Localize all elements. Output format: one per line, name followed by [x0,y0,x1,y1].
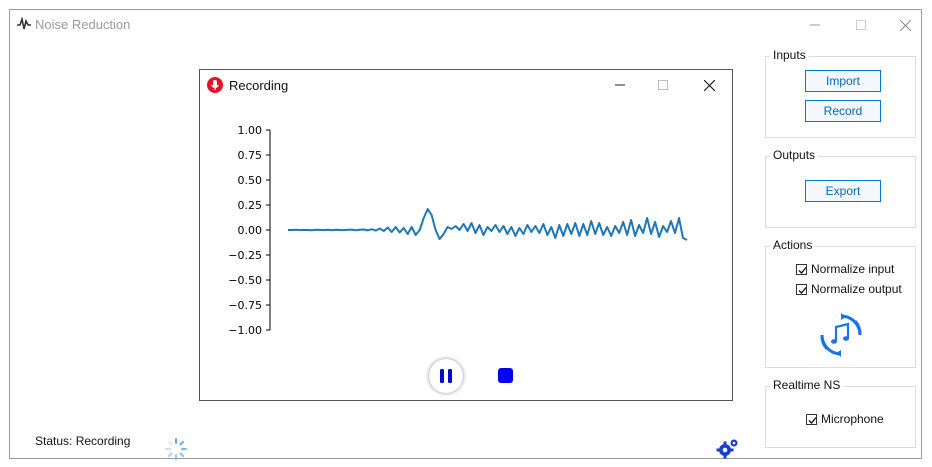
title-bar: Noise Reduction [10,10,921,40]
app-title: Noise Reduction [35,17,131,32]
import-button[interactable]: Import [805,70,881,92]
recording-title: Recording [229,78,289,93]
y-tick-label: 0.25 [238,199,263,212]
record-button[interactable]: Record [805,100,881,122]
pause-button[interactable] [429,359,463,393]
export-button[interactable]: Export [805,180,881,202]
checkbox-icon[interactable] [806,413,817,425]
status-text: Status: Recording [35,434,131,448]
normalize-input-checkbox[interactable]: Normalize input [796,262,894,276]
realtime-ns-group: Realtime NS Microphone [765,378,916,448]
outputs-group-label: Outputs [770,148,819,162]
y-tick-label: 0.75 [238,149,263,162]
minimize-icon [810,24,820,26]
y-tick-label: 0.00 [238,224,263,237]
checkbox-icon[interactable] [796,283,807,295]
normalize-input-label: Normalize input [811,262,895,276]
inputs-group-label: Inputs [770,48,809,62]
y-tick-label: 0.50 [238,174,263,187]
loading-spinner-icon [165,438,187,460]
outputs-group: Outputs Export [765,148,916,228]
normalize-output-checkbox[interactable]: Normalize output [796,282,902,296]
inputs-group: Inputs Import Record [765,48,916,138]
realtime-ns-group-label: Realtime NS [770,378,844,392]
y-tick-label: −0.25 [228,249,262,262]
close-icon [703,79,715,91]
y-tick-label: −0.50 [228,274,262,287]
minimize-button[interactable] [792,10,838,40]
recording-maximize-button[interactable] [640,70,686,100]
recording-close-button[interactable] [686,70,732,100]
recording-minimize-button[interactable] [597,70,643,100]
pause-icon [440,369,452,383]
maximize-button[interactable] [838,10,884,40]
music-process-icon[interactable] [819,313,863,357]
y-tick-label: −1.00 [228,324,262,337]
waveform-plot: 1.00 0.75 0.50 0.25 0.00 −0.25 −0.50 −0.75 −1.00 [228,124,688,337]
waveform-icon [17,17,31,30]
actions-group-label: Actions [770,238,816,252]
microphone-checkbox[interactable]: Microphone [806,412,884,426]
recording-window: Recording 1.00 0.75 0.50 0.25 0.00 −0.25 −0.50… [199,69,733,401]
microphone-icon [207,77,223,93]
maximize-icon [856,20,866,30]
microphone-label: Microphone [821,412,884,426]
close-icon [899,19,911,31]
actions-group: Actions Normalize input Normalize output [765,238,916,368]
settings-gear-icon[interactable] [716,437,740,459]
normalize-output-label: Normalize output [811,282,902,296]
y-tick-label: 1.00 [238,124,263,137]
y-axis: 1.00 0.75 0.50 0.25 0.00 −0.25 −0.50 −0.75 −1.00 [228,124,271,337]
waveform-line [288,208,688,241]
stop-button[interactable] [498,368,513,383]
minimize-icon [615,84,625,86]
checkbox-icon[interactable] [796,263,807,275]
close-button[interactable] [882,10,928,40]
y-tick-label: −0.75 [228,299,262,312]
maximize-icon [658,80,668,90]
